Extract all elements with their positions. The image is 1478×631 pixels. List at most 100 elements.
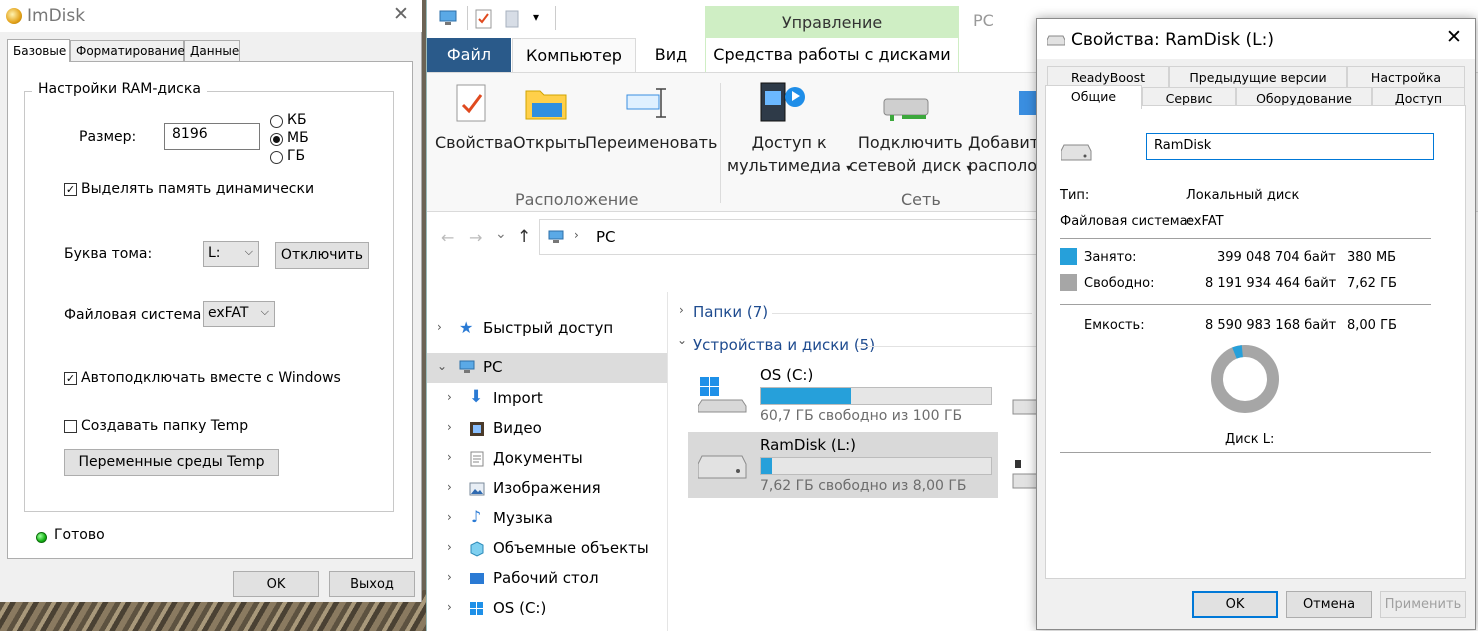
picture-icon: [469, 482, 485, 496]
unit-kb-radio[interactable]: [270, 115, 283, 128]
tab-previous-versions[interactable]: Предыдущие версии: [1169, 66, 1347, 87]
apply-button[interactable]: Применить: [1380, 591, 1466, 618]
chevron-right-icon[interactable]: ›: [679, 303, 684, 317]
autostart-checkbox[interactable]: ✓: [64, 372, 77, 385]
close-icon[interactable]: ✕: [393, 3, 409, 25]
tab-file[interactable]: Файл: [427, 38, 511, 72]
nav-item-video[interactable]: › Видео: [427, 414, 667, 444]
ok-button[interactable]: OK: [233, 571, 319, 597]
chevron-right-icon[interactable]: ›: [447, 450, 452, 464]
drive-usage-bar: [760, 387, 992, 405]
section-devices-header[interactable]: Устройства и диски (5): [693, 336, 875, 354]
cancel-button[interactable]: Отмена: [1286, 591, 1372, 618]
temp-env-button[interactable]: Переменные среды Temp: [64, 449, 279, 476]
breadcrumb-separator-icon: ›: [574, 228, 579, 242]
disk-label: Диск L:: [1225, 432, 1275, 447]
drive-name: RamDisk (L:): [760, 436, 856, 454]
hard-drive-icon: [1012, 399, 1037, 415]
tab-view[interactable]: Вид: [637, 38, 705, 72]
unit-gb-radio[interactable]: [270, 151, 283, 164]
nav-item-documents[interactable]: › Документы: [427, 444, 667, 474]
nav-item-pc[interactable]: ⌄ PC: [427, 353, 667, 383]
star-icon: ★: [459, 318, 474, 337]
drive-tile-ramdisk[interactable]: RamDisk (L:) 7,62 ГБ свободно из 8,00 ГБ: [688, 432, 998, 498]
ram-settings-group-title: Настройки RAM-диска: [32, 81, 207, 97]
ribbon-map-drive-button[interactable]: Подключить сетевой диск ▾: [849, 131, 972, 180]
properties-title: Свойства: RamDisk (L:): [1071, 30, 1274, 50]
chevron-right-icon[interactable]: ›: [447, 570, 452, 584]
ribbon-rename-button[interactable]: Переименовать: [585, 131, 717, 154]
chevron-right-icon[interactable]: ›: [447, 480, 452, 494]
unmount-button[interactable]: Отключить: [275, 242, 369, 269]
music-note-icon: ♪: [471, 507, 482, 526]
ok-button[interactable]: OK: [1192, 591, 1278, 618]
imdisk-title: ImDisk: [27, 6, 86, 26]
section-folders-header[interactable]: Папки (7): [693, 303, 768, 321]
nav-item-pictures[interactable]: › Изображения: [427, 474, 667, 504]
tab-general[interactable]: Общие: [1045, 85, 1142, 109]
customize-toolbar-icon[interactable]: ▾: [533, 10, 539, 24]
drive-letter-select[interactable]: L: ⌵: [203, 241, 259, 267]
nav-item-3d-objects[interactable]: › Объемные объекты: [427, 534, 667, 564]
chevron-right-icon[interactable]: ›: [437, 320, 442, 334]
ribbon-media-access-button[interactable]: Доступ к мультимедиа ▾: [727, 131, 851, 180]
free-label: Свободно:: [1084, 276, 1155, 291]
nav-item-desktop[interactable]: › Рабочий стол: [427, 564, 667, 594]
chevron-right-icon[interactable]: ›: [447, 540, 452, 554]
hard-drive-icon: [698, 455, 747, 479]
imdisk-titlebar[interactable]: ImDisk ✕: [0, 0, 422, 32]
ribbon-open-button[interactable]: Открыть: [513, 131, 586, 154]
address-field[interactable]: › PC: [539, 219, 1039, 255]
unit-mb-radio[interactable]: [270, 133, 283, 146]
ribbon-add-location-button[interactable]: Добавит располо: [968, 131, 1039, 177]
nav-item-import[interactable]: › ⬇ Import: [427, 384, 667, 414]
chevron-right-icon[interactable]: ›: [447, 510, 452, 524]
open-folder-icon: [525, 90, 567, 120]
chevron-right-icon[interactable]: ›: [447, 420, 452, 434]
filesystem-label: Файловая система:: [1060, 214, 1192, 229]
tab-formatting[interactable]: Форматирование: [70, 40, 185, 62]
exit-button[interactable]: Выход: [329, 571, 415, 597]
filesystem-select[interactable]: exFAT ⌵: [203, 301, 275, 327]
nav-item-os-c[interactable]: › OS (C:): [427, 594, 667, 624]
volume-name-input[interactable]: RamDisk: [1146, 133, 1434, 160]
nav-item-quick-access[interactable]: › ★ Быстрый доступ: [427, 314, 667, 344]
nav-item-music[interactable]: › ♪ Музыка: [427, 504, 667, 534]
tab-basic[interactable]: Базовые: [7, 39, 70, 62]
create-temp-checkbox[interactable]: [64, 420, 77, 433]
tab-data[interactable]: Данные: [184, 40, 240, 62]
chevron-right-icon[interactable]: ›: [447, 600, 452, 614]
ribbon-properties-button[interactable]: Свойства: [435, 131, 513, 154]
tab-computer[interactable]: Компьютер: [512, 38, 636, 72]
recent-locations-icon[interactable]: ⌄: [495, 226, 507, 242]
up-arrow-icon[interactable]: ↑: [517, 227, 531, 247]
group-location-label: Расположение: [515, 190, 639, 209]
pane-splitter[interactable]: [667, 292, 668, 631]
properties-titlebar[interactable]: Свойства: RamDisk (L:) ✕: [1037, 19, 1475, 59]
unit-gb-label: ГБ: [287, 148, 306, 164]
tab-customize[interactable]: Настройка: [1347, 66, 1465, 87]
back-arrow-icon[interactable]: ←: [441, 228, 454, 247]
drive-free-space: 60,7 ГБ свободно из 100 ГБ: [760, 408, 963, 424]
properties-check-icon[interactable]: [475, 9, 493, 29]
chevron-down-icon[interactable]: ⌄: [437, 359, 447, 373]
windows-drive-icon: [470, 602, 483, 615]
new-folder-icon[interactable]: [505, 9, 521, 29]
size-input[interactable]: 8196: [164, 123, 260, 150]
dynamic-memory-checkbox[interactable]: ✓: [64, 183, 77, 196]
film-icon: [470, 422, 484, 436]
tab-disk-tools[interactable]: Средства работы с дисками: [705, 38, 959, 72]
document-icon: [470, 451, 484, 467]
status-indicator-icon: [36, 532, 47, 543]
close-icon[interactable]: ✕: [1446, 26, 1462, 48]
download-arrow-icon: ⬇: [469, 387, 484, 407]
chevron-right-icon[interactable]: ›: [447, 390, 452, 404]
nav-label: Объемные объекты: [493, 539, 649, 557]
tab-readyboost[interactable]: ReadyBoost: [1047, 66, 1169, 87]
desktop-icon: [470, 573, 484, 584]
chevron-down-icon[interactable]: ⌄: [677, 333, 687, 347]
drive-tile-c[interactable]: OS (C:) 60,7 ГБ свободно из 100 ГБ: [688, 362, 998, 428]
windows-drive-icon: [698, 377, 747, 413]
add-location-line1: Добавит: [968, 133, 1040, 152]
forward-arrow-icon[interactable]: →: [469, 228, 482, 247]
